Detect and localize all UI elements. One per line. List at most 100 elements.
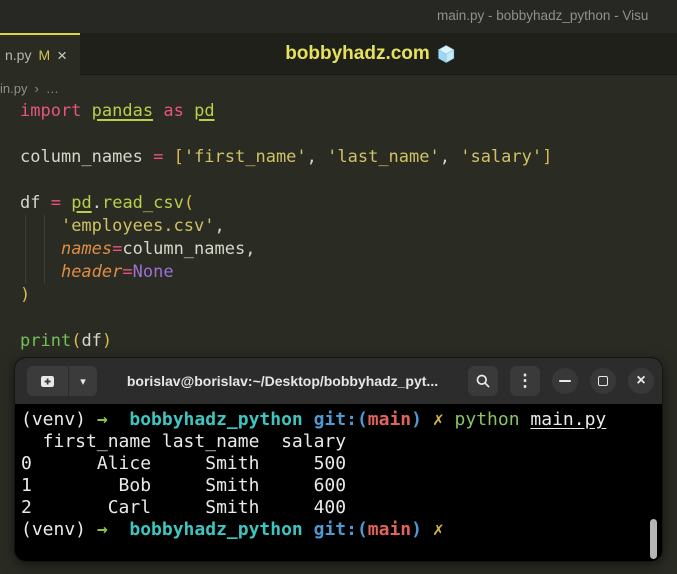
- search-icon: [476, 374, 490, 388]
- terminal-actions: ⋮ ×: [468, 366, 654, 396]
- menu-button[interactable]: ⋮: [510, 366, 540, 396]
- token: 1 Bob Smith 600: [21, 475, 347, 496]
- token: ✗: [432, 409, 455, 430]
- tab-main-py[interactable]: n.py M ×: [0, 33, 80, 75]
- terminal-line[interactable]: first_name last_name salary: [21, 431, 662, 453]
- breadcrumb-separator-icon: ›: [34, 80, 39, 96]
- breadcrumb-file[interactable]: in.py: [0, 81, 27, 96]
- token: 2 Carl Smith 400: [21, 497, 347, 518]
- token: header: [60, 262, 123, 282]
- token: =: [153, 147, 164, 167]
- token: ,: [439, 147, 461, 167]
- token: bobbyhadz_python: [129, 409, 303, 430]
- terminal-line[interactable]: (venv) → bobbyhadz_python git:(main) ✗: [21, 519, 662, 541]
- token: ✗: [432, 519, 444, 540]
- new-tab-button[interactable]: [27, 366, 69, 396]
- terminal-output[interactable]: (venv) → bobbyhadz_python git:(main) ✗ p…: [15, 404, 662, 561]
- code-line[interactable]: import pandas as pd: [20, 100, 552, 123]
- code-line[interactable]: df = pd.read_csv(: [20, 192, 552, 215]
- new-tab-icon: [41, 375, 54, 387]
- token: None: [132, 262, 174, 282]
- new-tab-dropdown[interactable]: ▾: [69, 366, 97, 396]
- tab-modified-badge: M: [38, 47, 51, 63]
- editor-code[interactable]: import pandas as pd column_names = ['fir…: [20, 100, 552, 353]
- vscode-titlebar: main.py - bobbyhadz_python - Visu: [0, 0, 677, 33]
- token: 'first_name': [183, 147, 307, 167]
- code-line[interactable]: print(df): [20, 330, 552, 353]
- tab-label: n.py: [5, 47, 32, 63]
- token: .: [91, 193, 102, 213]
- chevron-down-icon: ▾: [80, 375, 86, 388]
- token: column_names: [20, 147, 143, 167]
- token: →: [96, 519, 130, 540]
- token: (venv): [21, 519, 97, 540]
- code-line[interactable]: header=None: [20, 261, 552, 284]
- token: pd: [194, 101, 215, 121]
- code-line[interactable]: names=column_names,: [20, 238, 552, 261]
- token: as: [163, 101, 184, 121]
- terminal-title: borislav@borislav:~/Desktop/bobbyhadz_py…: [126, 373, 439, 389]
- maximize-button[interactable]: [590, 368, 616, 394]
- new-tab-split-button: ▾: [27, 366, 97, 396]
- token: python: [454, 409, 531, 430]
- terminal-line[interactable]: 2 Carl Smith 400: [21, 497, 662, 519]
- code-line[interactable]: ): [20, 284, 552, 307]
- code-line[interactable]: column_names = ['first_name', 'last_name…: [20, 146, 552, 169]
- watermark-text: bobbyhadz.com: [285, 43, 430, 64]
- breadcrumb-more[interactable]: …: [46, 81, 59, 96]
- search-button[interactable]: [468, 366, 498, 396]
- terminal-line[interactable]: 0 Alice Smith 500: [21, 453, 662, 475]
- token: =: [50, 193, 61, 213]
- terminal-titlebar[interactable]: ▾ borislav@borislav:~/Desktop/bobbyhadz_…: [15, 358, 662, 404]
- token: ): [101, 331, 113, 351]
- token: ): [411, 519, 433, 540]
- indent-guide: [44, 215, 45, 284]
- code-line[interactable]: [20, 169, 552, 192]
- token: df: [20, 193, 41, 213]
- token: =: [122, 262, 133, 282]
- token: pd: [71, 193, 92, 213]
- token: pandas: [91, 101, 154, 121]
- minimize-button[interactable]: [552, 368, 578, 394]
- token: main.py: [530, 409, 607, 430]
- token: first_name last_name salary: [21, 431, 347, 452]
- code-line[interactable]: [20, 307, 552, 330]
- kebab-menu-icon: ⋮: [516, 371, 534, 390]
- token: (: [183, 193, 195, 213]
- token: [: [173, 147, 184, 167]
- token: →: [96, 409, 130, 430]
- window-title: main.py - bobbyhadz_python - Visu: [437, 8, 649, 23]
- token: =: [112, 239, 123, 259]
- token: 0 Alice Smith 500: [21, 453, 347, 474]
- code-line[interactable]: [20, 123, 552, 146]
- code-line[interactable]: 'employees.csv',: [20, 215, 552, 238]
- token: ,: [306, 147, 328, 167]
- token: ): [20, 285, 31, 305]
- terminal-line[interactable]: (venv) → bobbyhadz_python git:(main) ✗ p…: [21, 409, 662, 431]
- token: ]: [542, 147, 553, 167]
- close-icon: ×: [636, 372, 646, 389]
- token: git:(: [313, 409, 368, 430]
- token: bobbyhadz_python: [129, 519, 303, 540]
- token: 'salary': [460, 147, 543, 167]
- close-button[interactable]: ×: [628, 368, 654, 394]
- token: ,: [245, 239, 256, 259]
- tab-close-icon[interactable]: ×: [57, 47, 67, 64]
- token: (: [71, 331, 82, 351]
- token: 'last_name': [327, 147, 440, 167]
- terminal-line[interactable]: 1 Bob Smith 600: [21, 475, 662, 497]
- minimize-icon: [559, 380, 571, 382]
- token: column_names: [122, 239, 246, 259]
- token: main: [367, 519, 412, 540]
- terminal-scrollbar[interactable]: [650, 519, 657, 559]
- indent-guide: [25, 215, 26, 284]
- token: git:(: [313, 519, 368, 540]
